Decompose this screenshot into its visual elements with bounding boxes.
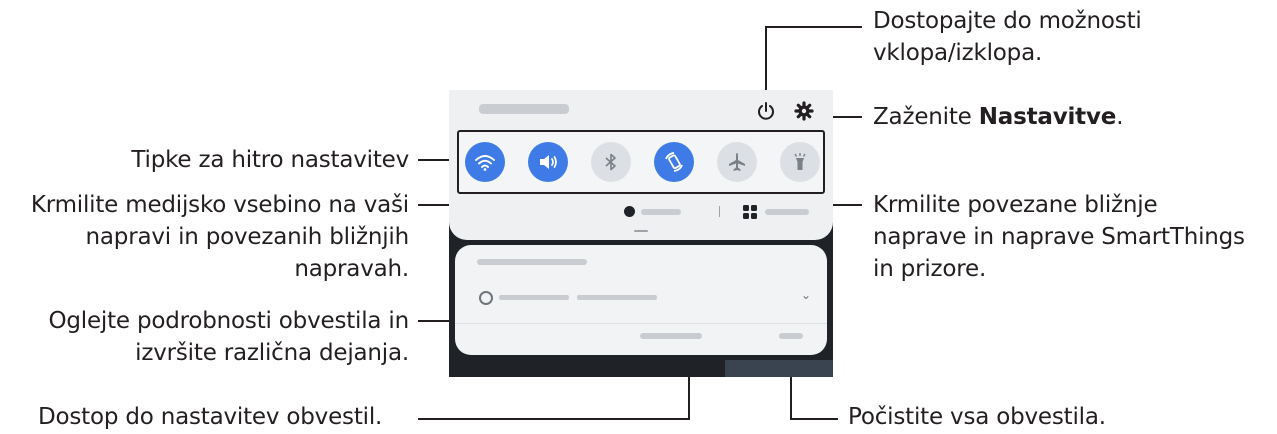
power-icon[interactable]: [755, 100, 777, 122]
media-output-button[interactable]: [641, 209, 681, 215]
bluetooth-icon: [605, 153, 616, 171]
callout-notification-details-line2: izvršite različna dejanja.: [135, 340, 409, 366]
notification-divider: [455, 323, 827, 324]
callout-notification-details: Oglejte podrobnosti obvestila in izvršit…: [48, 305, 409, 369]
qs-flashlight-button[interactable]: [780, 142, 820, 182]
notification-content: [577, 295, 657, 300]
notification-panel: ⌄: [449, 90, 833, 377]
quick-settings-box: [457, 130, 825, 194]
callout-media-line1: Krmilite medijsko vsebino na vaši: [30, 192, 409, 218]
callout-notification-settings: Dostop do nastavitev obvestil.: [38, 404, 383, 430]
devices-button[interactable]: [765, 209, 809, 215]
qs-sound-button[interactable]: [528, 142, 568, 182]
qs-auto-rotate-button[interactable]: [654, 142, 694, 182]
callout-media-line3: napravah.: [294, 256, 409, 282]
notification-group-title: [477, 259, 587, 265]
callout-settings-prefix: Zaženite: [873, 104, 979, 130]
callout-settings-suffix: .: [1116, 104, 1124, 130]
chevron-down-icon[interactable]: ⌄: [801, 288, 811, 302]
panel-bottom-shade: [725, 360, 833, 377]
panel-top-area: [449, 90, 833, 240]
panel-header-date: [479, 104, 569, 114]
qs-airplane-mode-button[interactable]: [717, 142, 757, 182]
leader-notification-settings-h: [418, 418, 690, 420]
notification-app-icon: [479, 291, 493, 305]
callout-quick-settings: Tipke za hitro nastavitev: [131, 147, 409, 173]
qs-bluetooth-button[interactable]: [591, 142, 631, 182]
callout-power-line1: Dostopajte do možnosti: [873, 8, 1142, 34]
callout-settings-bold: Nastavitve: [978, 104, 1117, 130]
qs-wifi-button[interactable]: [465, 142, 505, 182]
auto-rotate-icon: [665, 152, 683, 172]
callout-settings: Zaženite Nastavitve.: [873, 101, 1124, 133]
notification-settings-button[interactable]: [640, 333, 702, 339]
callout-clear-all: Počistite vsa obvestila.: [848, 404, 1106, 430]
gear-icon[interactable]: [793, 100, 815, 122]
callout-power-options: Dostopajte do možnosti vklopa/izklopa.: [873, 5, 1142, 69]
sound-icon: [540, 155, 557, 169]
callout-power-line2: vklopa/izklopa.: [873, 40, 1043, 66]
notification-card[interactable]: ⌄: [455, 245, 827, 355]
leader-clear-all-h: [790, 418, 838, 420]
airplane-mode-icon: [729, 153, 745, 171]
callout-devices: Krmilite povezane bližnje naprave in nap…: [873, 189, 1245, 285]
flashlight-icon: [794, 153, 806, 170]
callout-devices-line1: Krmilite povezane bližnje: [873, 192, 1158, 218]
media-play-icon[interactable]: [624, 206, 635, 217]
callout-media-line2: napravi in povezanih bližnjih: [85, 224, 410, 250]
media-devices-row: [449, 198, 833, 222]
wifi-icon: [475, 155, 495, 171]
panel-drag-handle[interactable]: [634, 230, 648, 232]
callout-devices-line2: naprave in naprave SmartThings: [873, 224, 1245, 250]
devices-grid-icon[interactable]: [743, 205, 757, 219]
notification-app-name: [499, 295, 569, 300]
clear-all-button[interactable]: [779, 333, 803, 339]
callout-notification-details-line1: Oglejte podrobnosti obvestila in: [48, 308, 409, 334]
callout-media: Krmilite medijsko vsebino na vaši naprav…: [31, 189, 409, 285]
leader-power-horizontal: [765, 26, 862, 28]
media-separator: [719, 206, 720, 217]
callout-devices-line3: in prizore.: [873, 256, 987, 282]
